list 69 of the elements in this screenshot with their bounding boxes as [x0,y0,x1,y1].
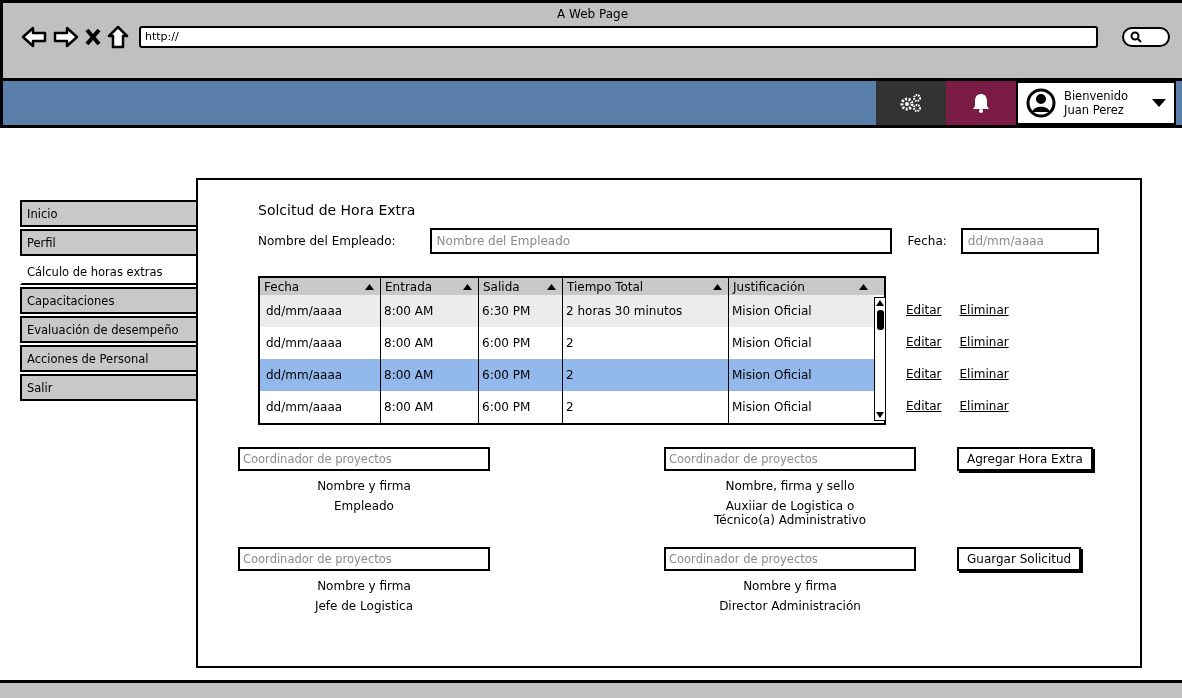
home-icon[interactable] [107,25,129,49]
signature-caption: Nombre, firma y sello [725,479,855,493]
bell-icon [972,93,990,113]
sidebar-tab[interactable]: Evaluación de desempeño [20,316,196,343]
caret-icon [1152,99,1166,107]
edit-link[interactable]: Editar [906,399,942,413]
signature-field[interactable]: Coordinador de proyectos [664,547,916,571]
sort-icon [463,283,472,290]
delete-link[interactable]: Eliminar [959,303,1009,317]
form-title: Solcitud de Hora Extra [258,202,417,218]
sidebar-tab[interactable]: Inicio [20,200,196,227]
sort-icon [859,283,868,290]
table-cell-text: dd/mm/aaaa [265,367,344,384]
sidebar-tab[interactable]: Salir [20,374,196,401]
date-field[interactable]: dd/mm/aaaa [960,228,1099,254]
add-overtime-button[interactable]: Agregar Hora Extra [957,447,1093,471]
sidebar-tab[interactable]: Capacitaciones [20,287,196,314]
table-row[interactable]: dd/mm/aaaa 8:00 AM 6:00 PM 2 Mision Oficial [260,359,874,391]
sort-icon [365,283,374,290]
table-cell-text: dd/mm/aaaa [265,399,344,416]
save-request-button[interactable]: Guargar Solicitud [957,547,1082,571]
settings-button[interactable] [876,81,946,125]
table-cell: 2 [562,391,728,423]
scrollbar[interactable] [874,297,886,421]
signer-role: Director Administración [719,599,861,613]
signature-caption: Nombre y firma [743,579,837,593]
signature-field[interactable]: Coordinador de proyectos [238,547,490,571]
table-cell-text: dd/mm/aaaa [265,303,344,320]
sort-icon [547,283,556,290]
window-title: A Web Page [555,6,630,21]
sidebar-tab[interactable]: Perfil [20,229,196,256]
gears-icon [899,93,923,113]
sort-icon [713,283,722,290]
address-field[interactable]: http:// [139,26,1098,48]
signature-field[interactable]: Coordinador de proyectos [238,447,490,471]
avatar-icon [1026,88,1056,118]
user-name: Juan Perez [1064,103,1125,117]
search-field[interactable] [1122,27,1170,47]
scroll-up-icon[interactable] [875,298,885,308]
search-icon [1130,31,1142,43]
signer-role: Auxiiar de Logistica o Técnico(a) Administrativo [714,499,866,527]
employee-name-field[interactable]: Nombre del Empleado [429,228,892,254]
table-row[interactable]: dd/mm/aaaa 8:00 AM 6:30 PM 2 horas 30 minutos Mision Oficial [260,295,874,327]
back-icon[interactable] [21,26,47,48]
edit-link[interactable]: Editar [906,303,942,317]
signature-caption: Nombre y firma [317,479,411,493]
scroll-down-icon[interactable] [875,410,885,420]
edit-link[interactable]: Editar [906,335,942,349]
signature-caption: Nombre y firma [317,579,411,593]
notifications-button[interactable] [946,81,1016,125]
close-icon[interactable] [85,28,101,46]
employee-label: Nombre del Empleado: [258,234,396,248]
signer-role: Jefe de Logistica [314,599,414,613]
edit-link[interactable]: Editar [906,367,942,381]
sidebar-tab[interactable]: Acciones de Personal [20,345,196,372]
date-label: Fecha: [907,234,947,248]
user-menu[interactable]: Bienvenido Juan Perez [1016,81,1176,125]
column-header[interactable]: Fecha [260,278,380,295]
scroll-thumb[interactable] [876,310,884,330]
table-cell: 6:00 PM [478,391,562,423]
forward-icon[interactable] [53,26,79,48]
delete-link[interactable]: Eliminar [959,335,1009,349]
signature-field[interactable]: Coordinador de proyectos [664,447,916,471]
signer-role: Empleado [334,499,394,513]
delete-link[interactable]: Eliminar [959,399,1009,413]
table-cell-text: dd/mm/aaaa [265,335,344,352]
delete-link[interactable]: Eliminar [959,367,1009,381]
table-cell: 8:00 AM [380,391,478,423]
greeting-text: Bienvenido [1064,89,1130,103]
